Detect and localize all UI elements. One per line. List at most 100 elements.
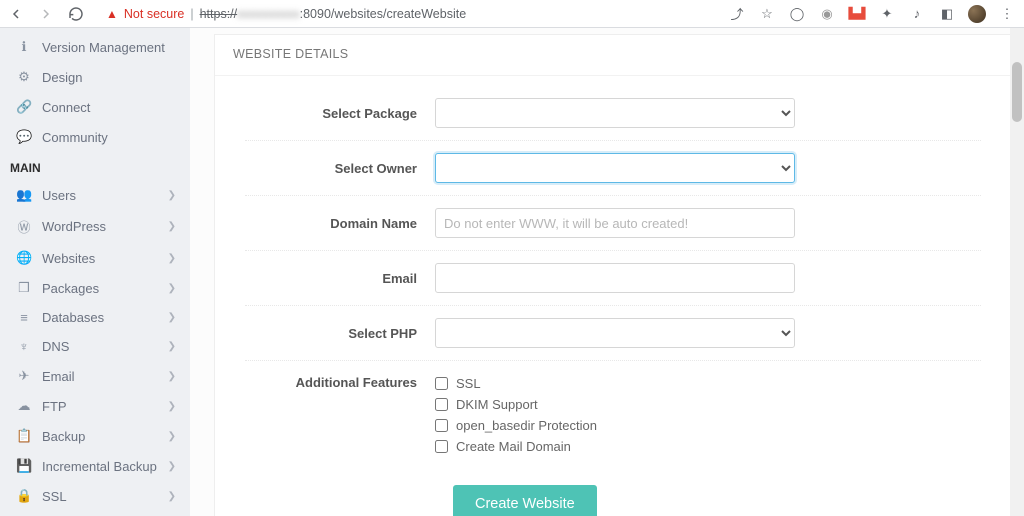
website-details-panel: WEBSITE DETAILS Select Package Select Ow… [214, 34, 1012, 516]
scrollbar-track[interactable] [1010, 28, 1024, 516]
info-icon: ℹ [16, 39, 32, 55]
feature-label: Create Mail Domain [456, 439, 571, 454]
extension-icon-1[interactable]: ◯ [788, 5, 806, 23]
submit-row: Create Website [245, 469, 981, 516]
sidebar-item-community[interactable]: 💬 Community [0, 122, 190, 152]
label-php: Select PHP [245, 326, 435, 341]
url-text: https://xxxxxxxxxx:8090/websites/createW… [200, 7, 467, 21]
chevron-right-icon: ❯ [168, 253, 176, 264]
chevron-right-icon: ❯ [168, 431, 176, 442]
select-package[interactable] [435, 98, 795, 128]
clipboard-icon: 📋 [16, 428, 32, 444]
sidebar-item-dns[interactable]: ♆DNS❯ [0, 332, 190, 361]
sidebar-section-server: SERVER [0, 511, 190, 516]
label-owner: Select Owner [245, 161, 435, 176]
feature-label: open_basedir Protection [456, 418, 597, 433]
feature-create-mail-domain[interactable]: Create Mail Domain [435, 436, 981, 457]
chevron-right-icon: ❯ [168, 221, 176, 232]
bookmark-icon[interactable]: ☆ [758, 5, 776, 23]
create-website-button[interactable]: Create Website [453, 485, 597, 516]
sidebar-item-label: Design [42, 70, 82, 85]
chevron-right-icon: ❯ [168, 461, 176, 472]
extension-icon-2[interactable]: ◉ [818, 5, 836, 23]
extensions-puzzle-icon[interactable]: ✦ [878, 5, 896, 23]
feature-dkim-support[interactable]: DKIM Support [435, 394, 981, 415]
feature-label: SSL [456, 376, 481, 391]
extension-icon-5[interactable]: ◧ [938, 5, 956, 23]
extension-icon-4[interactable]: ♪ [908, 5, 926, 23]
sidebar-item-label: Version Management [42, 40, 165, 55]
warning-icon: ▲ [106, 7, 118, 21]
link-icon: 🔗 [16, 99, 32, 115]
reload-icon[interactable] [68, 6, 84, 22]
sidebar-item-label: Connect [42, 100, 90, 115]
sidebar-item-connect[interactable]: 🔗 Connect [0, 92, 190, 122]
address-bar[interactable]: ▲ Not secure | https://xxxxxxxxxx:8090/w… [96, 3, 716, 25]
sidebar-item-wordpress[interactable]: Ⓦ WordPress ❯ [0, 210, 190, 243]
feature-ssl[interactable]: SSL [435, 373, 981, 394]
sidebar-item-version-management[interactable]: ℹ Version Management [0, 32, 190, 62]
save-icon: 💾 [16, 458, 32, 474]
globe-icon: 🌐 [16, 250, 32, 266]
chevron-right-icon: ❯ [168, 401, 176, 412]
select-owner[interactable] [435, 153, 795, 183]
sidebar-item-label: Incremental Backup [42, 459, 157, 474]
sidebar-item-ftp[interactable]: ☁ FTP ❯ [0, 391, 190, 421]
chevron-right-icon: ❯ [168, 283, 176, 294]
sidebar-item-label: Email [42, 369, 75, 384]
row-select-package: Select Package [245, 86, 981, 141]
feature-checkbox[interactable] [435, 419, 448, 432]
menu-icon[interactable]: ⋮ [998, 5, 1016, 23]
profile-avatar[interactable] [968, 5, 986, 23]
feature-checkbox[interactable] [435, 440, 448, 453]
url-separator: | [190, 7, 193, 21]
browser-toolbar: ▲ Not secure | https://xxxxxxxxxx:8090/w… [0, 0, 1024, 28]
feature-open-basedir-protection[interactable]: open_basedir Protection [435, 415, 981, 436]
sidebar-item-label: Community [42, 130, 108, 145]
database-icon: ≡ [16, 310, 32, 325]
feature-checkbox[interactable] [435, 377, 448, 390]
chevron-right-icon: ❯ [168, 190, 176, 201]
sidebar-item-incremental-backup[interactable]: 💾 Incremental Backup ❯ [0, 451, 190, 481]
row-email: Email [245, 251, 981, 306]
select-php[interactable] [435, 318, 795, 348]
feature-checkbox[interactable] [435, 398, 448, 411]
sidebar-item-label: WordPress [42, 219, 106, 234]
sidebar-item-email[interactable]: ✈Email❯ [0, 361, 190, 391]
sidebar-item-label: Databases [42, 310, 104, 325]
sidebar-item-design[interactable]: ⚙ Design [0, 62, 190, 92]
gear-icon: ⚙ [16, 69, 32, 85]
sidebar: ℹ Version Management ⚙ Design 🔗 Connect 💬 Commu… [0, 28, 190, 516]
extension-icons: ⤴ ☆ ◯ ◉ ▙▟ ✦ ♪ ◧ ⋮ [728, 5, 1016, 23]
email-input[interactable] [435, 263, 795, 293]
sidebar-item-label: FTP [42, 399, 67, 414]
forward-icon[interactable] [38, 6, 54, 22]
sidebar-item-packages[interactable]: ❒Packages❯ [0, 273, 190, 303]
row-features: Additional Features SSLDKIM Supportopen_… [245, 361, 981, 469]
sidebar-item-users[interactable]: 👥Users❯ [0, 180, 190, 210]
wordpress-icon: Ⓦ [16, 217, 32, 236]
sitemap-icon: ♆ [16, 339, 32, 354]
features-list: SSL DKIM Support open_basedir Protection Cr… [435, 373, 981, 457]
extension-icon-3[interactable]: ▙▟ [848, 5, 866, 23]
cloud-icon: ☁ [16, 398, 32, 414]
lock-icon: 🔒 [16, 488, 32, 504]
back-icon[interactable] [8, 6, 24, 22]
sidebar-item-databases[interactable]: ≡ Databases ❯ [0, 303, 190, 332]
sidebar-item-label: Websites [42, 251, 95, 266]
scrollbar-thumb[interactable] [1012, 62, 1022, 122]
chevron-right-icon: ❯ [168, 312, 176, 323]
row-php: Select PHP [245, 306, 981, 361]
sidebar-item-websites[interactable]: 🌐 Websites ❯ [0, 243, 190, 273]
panel-title: WEBSITE DETAILS [215, 35, 1011, 76]
domain-input[interactable] [435, 208, 795, 238]
label-email: Email [245, 271, 435, 286]
sidebar-item-label: Users [42, 188, 76, 203]
share-icon[interactable]: ⤴ [728, 5, 746, 23]
sidebar-item-ssl[interactable]: 🔒SSL❯ [0, 481, 190, 511]
chat-icon: 💬 [16, 129, 32, 145]
row-select-owner: Select Owner [245, 141, 981, 196]
chevron-right-icon: ❯ [168, 371, 176, 382]
sidebar-item-backup[interactable]: 📋 Backup ❯ [0, 421, 190, 451]
sidebar-item-label: Backup [42, 429, 85, 444]
